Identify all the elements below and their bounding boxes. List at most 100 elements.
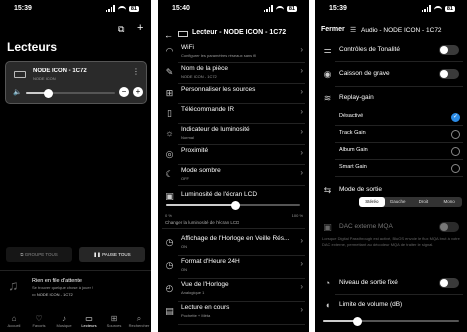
dac-description: Lorsque Digital Passthrough est activé, … xyxy=(322,236,460,247)
chevron-right-icon: › xyxy=(300,66,303,75)
fixed-level-toggle[interactable] xyxy=(439,278,459,288)
setting-subtitle: OFF xyxy=(181,176,189,181)
settings-item[interactable]: ⊞ Personnaliser les sources › xyxy=(158,85,309,105)
setting-title: Lecture en cours xyxy=(181,304,230,311)
chevron-right-icon: › xyxy=(300,305,303,314)
volume-limit-fill xyxy=(323,320,357,322)
link-icon[interactable]: ⧉ xyxy=(118,24,124,35)
settings-item[interactable]: ▯ Télécommande IR › xyxy=(158,105,309,125)
volume-limit-label: Limite de volume (dB) xyxy=(339,301,403,308)
volume-limit-knob[interactable] xyxy=(352,316,362,326)
heart-icon: ♡ xyxy=(35,314,43,323)
replay-gain-option[interactable]: Smart Gain xyxy=(315,161,467,177)
separator xyxy=(335,125,463,126)
status-time: 15:40 xyxy=(172,5,190,12)
settings-item[interactable]: ◴ Vue de l'Horloge Analogique 1 › xyxy=(158,280,309,303)
output-option-gauche[interactable]: Gauche xyxy=(385,197,411,207)
tab-label: Sources xyxy=(106,323,122,328)
setting-title: Affichage de l'Horloge en Veille Rés... xyxy=(181,235,290,242)
output-option-droit[interactable]: Droit xyxy=(411,197,437,207)
radio-button[interactable]: ✓ xyxy=(451,113,460,122)
tab-label: Favoris xyxy=(32,323,46,328)
tab-lecteurs[interactable]: ▭ Lecteurs xyxy=(77,314,101,328)
volume-limit-slider[interactable] xyxy=(323,316,459,326)
header-title: Lecteur - NODE ICON - 1C72 xyxy=(192,29,287,36)
player-card[interactable]: NODE ICON - 1C72 NODE ICON ⋮ 🔈 − + xyxy=(5,61,147,104)
radio-button[interactable] xyxy=(451,130,460,139)
settings-item[interactable]: ◷ Affichage de l'Horloge en Veille Rés...… xyxy=(158,234,309,257)
status-bar: 15:39 81 xyxy=(323,5,459,15)
tab-sources[interactable]: ⊞ Sources xyxy=(102,314,126,328)
replay-gain-option-label: Désactivé xyxy=(339,113,364,119)
setting-title: Nom de la pièce xyxy=(181,65,228,72)
signal-icon xyxy=(263,5,273,12)
setting-title: WiFi xyxy=(181,44,194,51)
pause-all-button[interactable]: ❚❚ PAUSE TOUS xyxy=(79,247,145,262)
volume-down-button[interactable]: − xyxy=(119,87,129,97)
tone-controls-label: Contrôles de Tonalité xyxy=(339,46,400,53)
status-bar: 15:40 81 xyxy=(166,5,301,15)
output-option-stéréo[interactable]: Stéréo xyxy=(359,197,385,207)
fixed-level-icon: ◔ xyxy=(324,278,331,288)
setting-subtitle: Configurer les paramètres réseaux sans f… xyxy=(181,53,257,58)
dac-icon: ▣ xyxy=(323,222,332,232)
group-all-button[interactable]: ⧉ GROUPE TOUS xyxy=(6,247,72,262)
chevron-right-icon: › xyxy=(300,148,303,157)
subwoofer-toggle[interactable] xyxy=(439,69,459,79)
more-icon[interactable]: ⋮ xyxy=(132,67,140,76)
tone-icon: ⚌ xyxy=(323,45,332,55)
volume-slider[interactable] xyxy=(26,88,115,98)
page-title: Lecteurs xyxy=(7,40,58,54)
chevron-right-icon: › xyxy=(300,236,303,245)
separator xyxy=(178,62,305,63)
battery-icon: 81 xyxy=(444,5,455,12)
equalizer-icon: ☰ xyxy=(350,27,357,34)
settings-item[interactable]: ◷ Format d'Heure 24H ON › xyxy=(158,257,309,280)
sources-icon: ⊞ xyxy=(110,314,118,323)
setting-subtitle: ON xyxy=(181,267,187,272)
replay-gain-option[interactable]: Désactivé ✓ xyxy=(315,110,467,126)
separator xyxy=(335,142,463,143)
settings-item[interactable]: ▤ Lecture en cours Pochette + Méta › xyxy=(158,303,309,326)
tab-label: Lecteurs xyxy=(81,323,97,328)
volume-knob[interactable] xyxy=(43,88,53,98)
volume-up-button[interactable]: + xyxy=(133,87,143,97)
close-button[interactable]: Fermer xyxy=(321,26,345,33)
lcd-slider[interactable] xyxy=(166,200,300,210)
tab-accueil[interactable]: ⌂ Accueil xyxy=(2,314,26,328)
replay-gain-option[interactable]: Track Gain xyxy=(315,127,467,143)
replay-gain-icon: ≋ xyxy=(323,93,332,103)
tab-label: Musique xyxy=(56,323,72,328)
dac-toggle[interactable] xyxy=(439,222,459,232)
mini-player[interactable]: ♫ Rien en file d'attente Se trouver quel… xyxy=(0,270,151,300)
wifi-icon xyxy=(117,5,126,12)
tab-favoris[interactable]: ♡ Favoris xyxy=(27,314,51,328)
player-settings-screen: 15:40 81 ← Lecteur - NODE ICON - 1C72 ◠ W… xyxy=(158,0,309,332)
replay-gain-option[interactable]: Album Gain xyxy=(315,144,467,160)
tab-musique[interactable]: ♪ Musique xyxy=(52,314,76,328)
output-option-mono[interactable]: Mono xyxy=(436,197,462,207)
subwoofer-label: Caisson de grave xyxy=(339,70,390,77)
settings-item[interactable]: ◠ WiFi Configurer les paramètres réseaux s… xyxy=(158,43,309,64)
lcd-title: Luminosité de l'écran LCD xyxy=(181,191,258,198)
tab-rechercher[interactable]: ⌕ Rechercher xyxy=(127,314,151,328)
add-icon[interactable]: + xyxy=(137,22,143,34)
battery-icon: 81 xyxy=(128,5,139,12)
radio-button[interactable] xyxy=(451,147,460,156)
settings-item[interactable]: ☾ Mode sombre OFF › xyxy=(158,166,309,187)
separator xyxy=(178,123,305,124)
lcd-knob[interactable] xyxy=(231,200,241,210)
lcd-min: 0 % xyxy=(165,213,172,218)
clock-icon: ◷ xyxy=(165,260,174,270)
setting-subtitle: Analogique 1 xyxy=(181,290,205,295)
settings-item[interactable]: ✎ Nom de la pièce NODE ICON - 1C72 › xyxy=(158,64,309,85)
settings-item[interactable]: ◎ Proximité › xyxy=(158,146,309,166)
wifi-icon xyxy=(275,5,284,12)
settings-item[interactable]: ☼ Indicateur de luminosité Normal › xyxy=(158,125,309,146)
radio-button[interactable] xyxy=(451,164,460,173)
home-icon: ⌂ xyxy=(11,314,17,323)
separator xyxy=(178,255,305,256)
back-arrow-icon[interactable]: ← xyxy=(164,30,173,40)
tone-controls-toggle[interactable] xyxy=(439,45,459,55)
volume-icon: 🔈 xyxy=(13,89,22,96)
